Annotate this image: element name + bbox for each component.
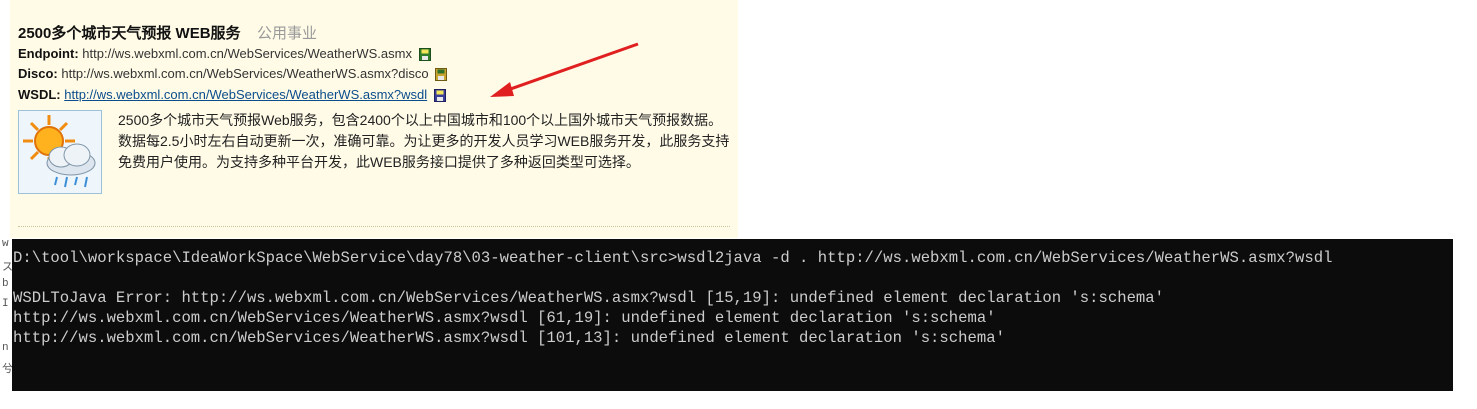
edge-char: n [2, 342, 9, 354]
save-icon[interactable] [433, 89, 446, 103]
service-description: 2500多个城市天气预报Web服务，包含2400个以上中国城市和100个以上国外… [118, 112, 730, 170]
red-arrow-annotation [490, 42, 639, 97]
terminal-command-line: D:\tool\workspace\IdeaWorkSpace\WebServi… [13, 249, 1333, 267]
terminal-error-line: WSDLToJava Error: http://ws.webxml.com.c… [13, 289, 1165, 307]
wsdl-link[interactable]: http://ws.webxml.com.cn/WebServices/Weat… [64, 87, 427, 102]
endpoint-url: http://ws.webxml.com.cn/WebServices/Weat… [82, 46, 412, 61]
wsdl-row: WSDL: http://ws.webxml.com.cn/WebService… [18, 87, 446, 103]
weather-sun-cloud-icon [18, 110, 102, 194]
save-icon[interactable] [435, 68, 448, 82]
endpoint-row: Endpoint: http://ws.webxml.com.cn/WebSer… [18, 46, 431, 62]
web-service-card: 2500多个城市天气预报 WEB服务 公用事业 Endpoint: http:/… [10, 0, 738, 238]
divider [18, 226, 730, 227]
wsdl-label: WSDL: [18, 87, 61, 102]
edge-char: w [2, 238, 9, 250]
save-icon[interactable] [418, 48, 431, 62]
edge-char: b [2, 278, 9, 290]
terminal-error-line: http://ws.webxml.com.cn/WebServices/Weat… [13, 309, 996, 327]
endpoint-label: Endpoint: [18, 46, 79, 61]
disco-row: Disco: http://ws.webxml.com.cn/WebServic… [18, 66, 448, 82]
service-title-row: 2500多个城市天气预报 WEB服务 公用事业 [18, 22, 317, 43]
service-category[interactable]: 公用事业 [257, 25, 317, 42]
disco-url: http://ws.webxml.com.cn/WebServices/Weat… [61, 66, 429, 81]
terminal-error-line: http://ws.webxml.com.cn/WebServices/Weat… [13, 329, 1005, 347]
terminal-window[interactable]: D:\tool\workspace\IdeaWorkSpace\WebServi… [12, 239, 1453, 391]
disco-label: Disco: [18, 66, 58, 81]
edge-char: I [2, 298, 9, 310]
service-title[interactable]: 2500多个城市天气预报 WEB服务 [18, 25, 241, 42]
